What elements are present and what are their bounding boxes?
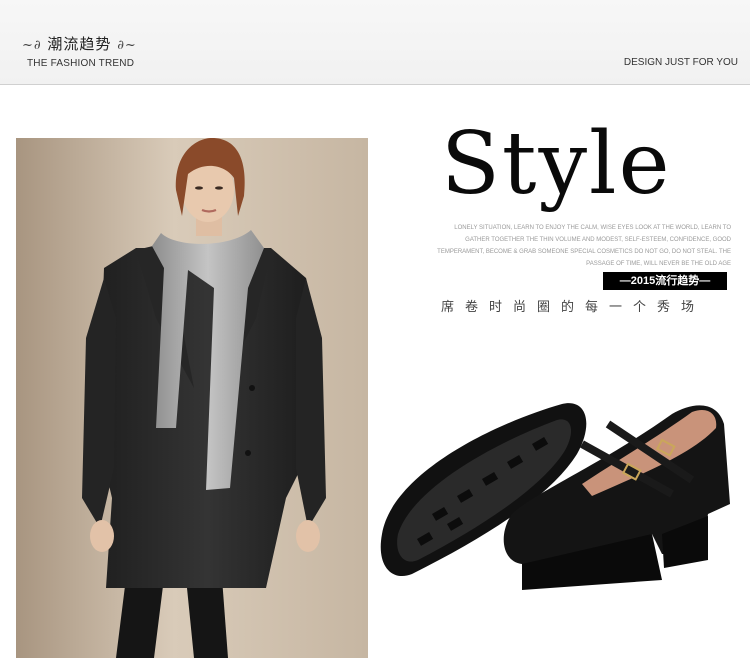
shoes-photo [372,384,750,594]
model-photo [16,138,368,658]
left-ornament-icon: ~∂ [22,38,42,53]
right-ornament-icon: ∂~ [117,38,137,53]
description-text: LONELY SITUATION, LEARN TO ENJOY THE CAL… [437,225,731,267]
year-badge: —2015流行趋势— [603,272,727,290]
tagline: DESIGN JUST FOR YOU [623,57,738,68]
header-bar: ~∂ 潮流趋势 ∂~ THE FASHION TREND DESIGN JUST… [0,0,750,85]
title-cn-text: 潮流趋势 [47,35,112,53]
section-title-cn: ~∂ 潮流趋势 ∂~ [22,33,137,54]
slogan: 席卷时尚圈的每一个秀场 [441,299,706,314]
section-title-en: THE FASHION TREND [27,58,135,69]
style-headline: Style [441,114,672,214]
